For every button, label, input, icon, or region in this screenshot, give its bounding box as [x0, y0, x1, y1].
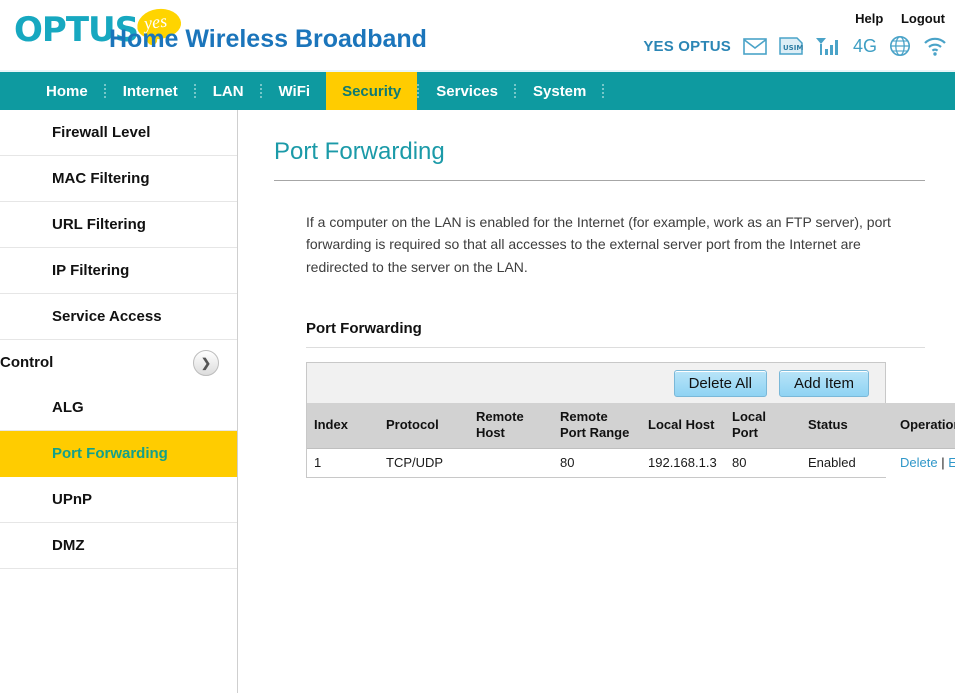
- sidebar-item-dmz[interactable]: DMZ: [0, 523, 237, 569]
- cell-local-port: 80: [725, 447, 801, 477]
- column-header-remote-port-range: Remote Port Range: [553, 403, 641, 449]
- sidebar-item-firewall-level[interactable]: Firewall Level: [0, 110, 237, 156]
- mail-icon[interactable]: [743, 37, 767, 55]
- sidebar-item-upnp[interactable]: UPnP: [0, 477, 237, 523]
- sidebar-item-url-filtering[interactable]: URL Filtering: [0, 202, 237, 248]
- cell-local-host: 192.168.1.3: [641, 447, 725, 477]
- sidebar-item-service-access-control-overflow[interactable]: Control ❯: [0, 340, 237, 385]
- column-header-protocol: Protocol: [379, 403, 469, 449]
- delete-link[interactable]: Delete: [900, 455, 938, 470]
- column-header-index: Index: [307, 403, 379, 449]
- delete-all-button[interactable]: Delete All: [673, 369, 767, 397]
- title-divider: [274, 180, 925, 181]
- port-forwarding-table: Index Protocol Remote Host Remote Port R…: [307, 403, 955, 477]
- sidebar-item-mac-filtering[interactable]: MAC Filtering: [0, 156, 237, 202]
- header-links: Help Logout: [841, 11, 945, 26]
- table-header: Index Protocol Remote Host Remote Port R…: [307, 403, 955, 449]
- sidebar-item-ip-filtering[interactable]: IP Filtering: [0, 248, 237, 294]
- column-header-local-host: Local Host: [641, 403, 725, 449]
- port-forwarding-panel: Delete All Add Item Index Protocol Remot…: [306, 362, 955, 478]
- network-operator-label: YES OPTUS: [643, 37, 731, 55]
- table-header-row: Index Protocol Remote Host Remote Port R…: [307, 403, 955, 449]
- column-header-operation: Operation: [893, 403, 955, 449]
- nav-item-system[interactable]: System: [517, 72, 602, 110]
- sidebar-item-alg[interactable]: ALG: [0, 385, 237, 431]
- logout-link[interactable]: Logout: [901, 11, 945, 26]
- globe-icon: [889, 35, 911, 57]
- section-divider: [306, 347, 925, 349]
- nav-item-internet[interactable]: Internet: [107, 72, 194, 110]
- main-content: Port Forwarding If a computer on the LAN…: [238, 110, 955, 693]
- sidebar: Firewall Level MAC Filtering URL Filteri…: [0, 110, 238, 693]
- help-link[interactable]: Help: [855, 11, 883, 26]
- cell-index: 1: [307, 447, 379, 477]
- cell-protocol: TCP/UDP: [379, 447, 469, 477]
- wifi-icon: [923, 37, 947, 56]
- edit-link[interactable]: Edit: [948, 455, 955, 470]
- page-subtitle: Home Wireless Broadband: [109, 25, 427, 53]
- page-body: Firewall Level MAC Filtering URL Filteri…: [0, 110, 955, 693]
- usim-icon[interactable]: USIM: [779, 37, 803, 55]
- nav-item-lan[interactable]: LAN: [197, 72, 260, 110]
- nav-item-home[interactable]: Home: [30, 72, 104, 110]
- sidebar-item-service-access[interactable]: Service Access: [0, 294, 237, 340]
- table-toolbar: Delete All Add Item: [307, 363, 885, 404]
- column-header-status: Status: [801, 403, 893, 449]
- main-navigation: Home Internet LAN WiFi Security Services…: [0, 72, 955, 110]
- cell-status: Enabled: [801, 447, 893, 477]
- nav-item-services[interactable]: Services: [420, 72, 514, 110]
- add-item-button[interactable]: Add Item: [778, 369, 869, 397]
- page-title: Port Forwarding: [274, 138, 445, 165]
- sidebar-item-label: Control: [0, 354, 54, 371]
- page-description: If a computer on the LAN is enabled for …: [306, 214, 891, 275]
- cell-remote-host: [469, 447, 553, 477]
- sidebar-item-port-forwarding[interactable]: Port Forwarding: [0, 431, 237, 477]
- header-status-bar: YES OPTUS USIM 4G: [643, 35, 947, 57]
- nav-separator: [602, 84, 605, 98]
- signal-bars-icon: [815, 37, 841, 56]
- operation-separator: |: [941, 454, 945, 470]
- cell-remote-port-range: 80: [553, 447, 641, 477]
- page-header: OPTUS yes Home Wireless Broadband Help L…: [0, 0, 955, 72]
- section-title: Port Forwarding: [306, 320, 422, 338]
- nav-item-security[interactable]: Security: [326, 72, 418, 110]
- network-type-label: 4G: [852, 35, 877, 56]
- table-row: 1 TCP/UDP 80 192.168.1.3 80 Enabled Dele…: [307, 447, 955, 477]
- column-header-remote-host: Remote Host: [469, 403, 553, 449]
- chevron-glyph: ❯: [200, 355, 212, 370]
- table-body: 1 TCP/UDP 80 192.168.1.3 80 Enabled Dele…: [307, 447, 955, 477]
- column-header-local-port: Local Port: [725, 403, 801, 449]
- chevron-right-icon[interactable]: ❯: [193, 349, 219, 376]
- nav-item-wifi[interactable]: WiFi: [263, 72, 327, 110]
- cell-operation: Delete | Edit: [893, 447, 955, 477]
- svg-text:USIM: USIM: [783, 44, 803, 52]
